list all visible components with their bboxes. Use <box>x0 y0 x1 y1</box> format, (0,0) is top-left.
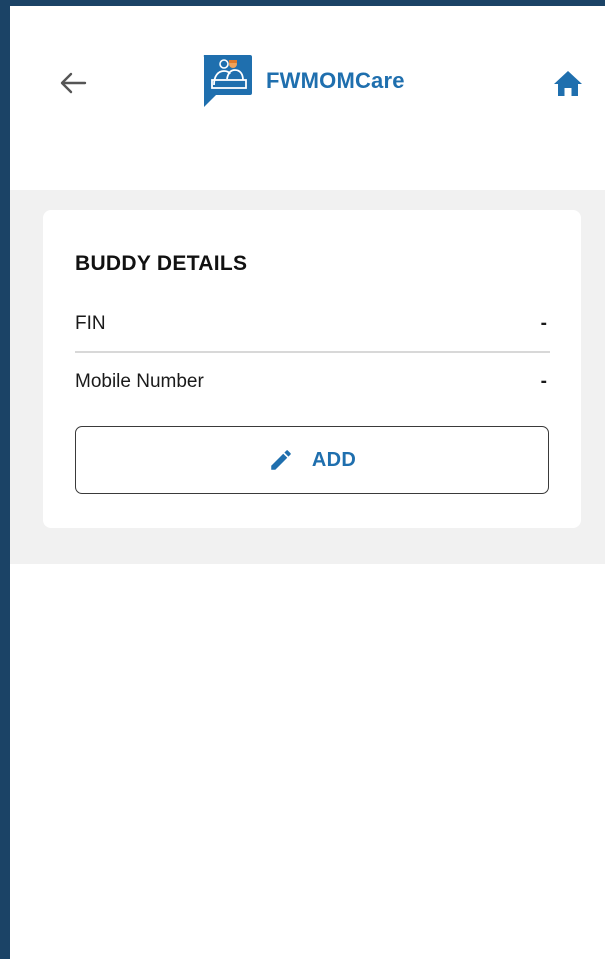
mobile-number-label: Mobile Number <box>75 371 204 392</box>
mobile-number-value: - <box>540 371 547 392</box>
add-buddy-button[interactable]: ADD <box>75 426 549 494</box>
mobile-number-row: Mobile Number - <box>75 362 549 402</box>
back-button[interactable] <box>56 66 90 100</box>
fin-label: FIN <box>75 313 106 334</box>
arrow-left-icon <box>60 72 87 94</box>
app-frame: FWMOMCare BUDDY DETAILS FIN - Mobile Num… <box>0 0 605 959</box>
card-title: BUDDY DETAILS <box>75 252 248 275</box>
fin-value: - <box>540 313 547 334</box>
add-button-label: ADD <box>311 448 357 471</box>
content-area: BUDDY DETAILS FIN - Mobile Number - ADD <box>10 190 605 564</box>
app-title: FWMOMCare <box>266 68 405 93</box>
pencil-icon <box>271 450 291 470</box>
brand: FWMOMCare <box>200 53 405 109</box>
divider <box>75 351 550 353</box>
home-icon[interactable] <box>552 68 584 98</box>
app-header: FWMOMCare <box>10 6 605 190</box>
chat-people-logo-icon <box>203 55 252 107</box>
fin-row: FIN - <box>75 304 549 344</box>
buddy-details-card: BUDDY DETAILS FIN - Mobile Number - ADD <box>43 210 581 528</box>
